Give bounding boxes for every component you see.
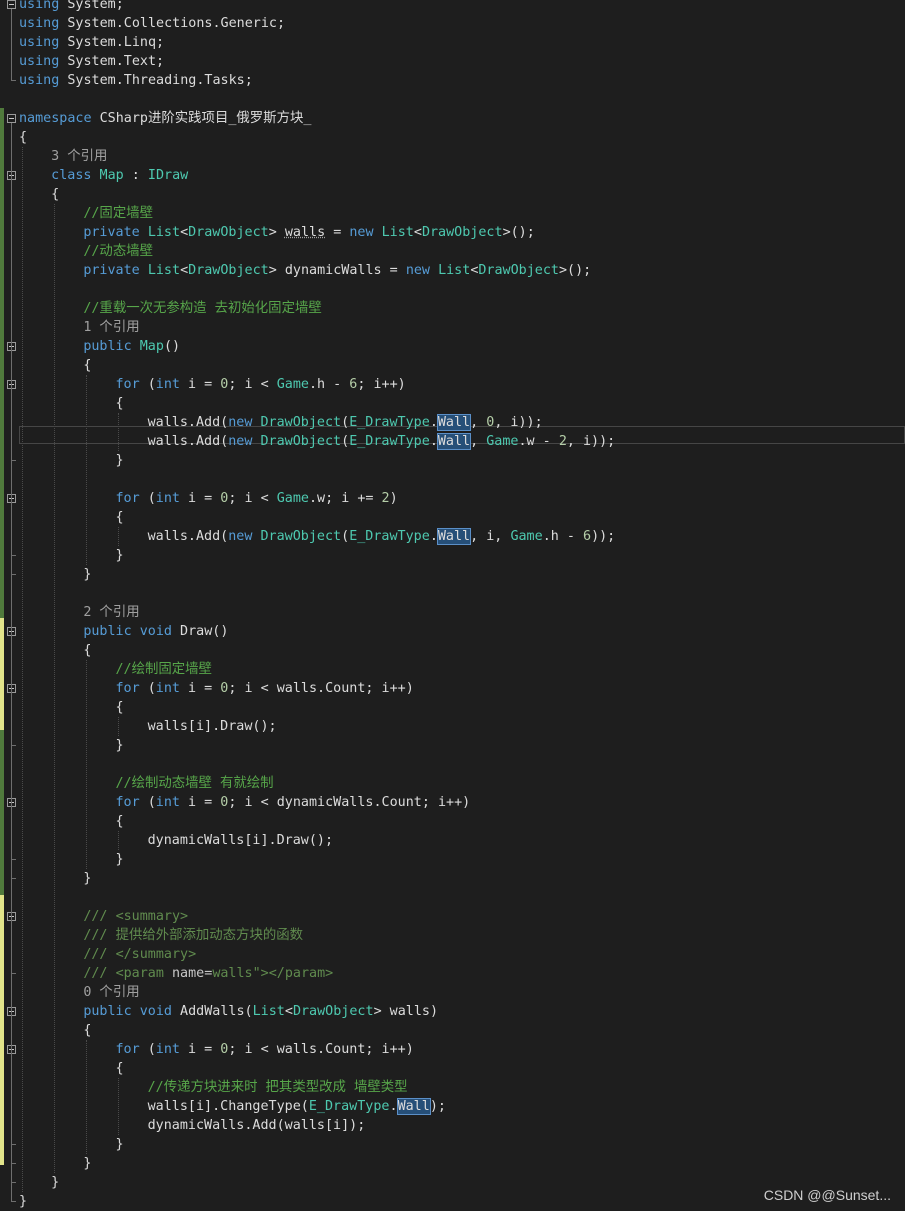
code-line[interactable]: for (int i = 0; i < walls.Count; i++) <box>19 1040 413 1059</box>
fold-end <box>11 80 16 81</box>
code-line[interactable]: namespace CSharp进阶实践项目_俄罗斯方块_ <box>19 109 311 128</box>
code-line[interactable]: walls.Add(new DrawObject(E_DrawType.Wall… <box>19 432 615 451</box>
code-line[interactable]: 3 个引用 <box>19 147 107 166</box>
fold-end <box>11 1163 16 1164</box>
code-line[interactable]: public void AddWalls(List<DrawObject> wa… <box>19 1002 438 1021</box>
code-line[interactable]: } <box>19 1173 59 1192</box>
code-line[interactable]: /// <summary> <box>19 907 188 926</box>
code-line[interactable]: } <box>19 736 123 755</box>
code-line[interactable]: for (int i = 0; i < Game.h - 6; i++) <box>19 375 405 394</box>
code-line[interactable]: using System.Text; <box>19 52 164 71</box>
code-line[interactable]: /// <param name=walls"></param> <box>19 964 333 983</box>
code-line[interactable]: { <box>19 508 123 527</box>
fold-end <box>11 460 16 461</box>
fold-end <box>11 878 16 879</box>
code-line[interactable]: { <box>19 812 123 831</box>
code-line[interactable]: walls.Add(new DrawObject(E_DrawType.Wall… <box>19 413 543 432</box>
code-line[interactable]: using System; <box>19 0 124 14</box>
fold-end <box>11 1201 16 1202</box>
code-line[interactable]: walls[i].Draw(); <box>19 717 277 736</box>
fold-line <box>11 807 12 860</box>
code-line[interactable]: } <box>19 850 123 869</box>
code-line[interactable]: for (int i = 0; i < walls.Count; i++) <box>19 679 413 698</box>
fold-toggle-icon[interactable] <box>7 114 16 123</box>
code-line[interactable]: using System.Linq; <box>19 33 164 52</box>
code-line[interactable]: for (int i = 0; i < dynamicWalls.Count; … <box>19 793 470 812</box>
code-line[interactable]: //绘制固定墙壁 <box>19 660 211 679</box>
code-line[interactable]: //传递方块进来时 把其类型改成 墙壁类型 <box>19 1078 408 1097</box>
fold-end <box>11 859 16 860</box>
code-line[interactable]: { <box>19 128 27 147</box>
code-line[interactable]: public Map() <box>19 337 180 356</box>
code-line[interactable]: 0 个引用 <box>19 983 139 1002</box>
code-line[interactable]: walls[i].ChangeType(E_DrawType.Wall); <box>19 1097 446 1116</box>
fold-end <box>11 1182 16 1183</box>
code-line[interactable]: 2 个引用 <box>19 603 139 622</box>
code-line[interactable]: using System.Collections.Generic; <box>19 14 285 33</box>
code-line[interactable]: { <box>19 641 91 660</box>
code-line[interactable]: { <box>19 698 123 717</box>
change-bar <box>0 730 4 895</box>
fold-line <box>11 1054 12 1145</box>
code-line[interactable]: /// 提供给外部添加动态方块的函数 <box>19 926 303 945</box>
code-line[interactable]: //绘制动态墙壁 有就绘制 <box>19 774 273 793</box>
code-line[interactable]: 1 个引用 <box>19 318 139 337</box>
code-line[interactable]: //固定墙壁 <box>19 204 153 223</box>
code-line[interactable]: } <box>19 546 123 565</box>
change-bar <box>0 618 4 730</box>
change-bar <box>0 895 4 1165</box>
code-line[interactable]: } <box>19 1154 91 1173</box>
code-line[interactable]: private List<DrawObject> dynamicWalls = … <box>19 261 591 280</box>
code-line[interactable]: dynamicWalls.Add(walls[i]); <box>19 1116 366 1135</box>
fold-end <box>11 745 16 746</box>
fold-end <box>11 555 16 556</box>
code-line[interactable]: } <box>19 1192 27 1211</box>
code-line[interactable]: //动态墙壁 <box>19 242 153 261</box>
fold-line <box>11 9 12 81</box>
code-line[interactable]: } <box>19 869 91 888</box>
code-line[interactable]: class Map : IDraw <box>19 166 188 185</box>
code-line[interactable]: } <box>19 1135 123 1154</box>
code-line[interactable]: using System.Threading.Tasks; <box>19 71 253 90</box>
code-line[interactable]: { <box>19 185 59 204</box>
code-line[interactable]: { <box>19 356 91 375</box>
code-line[interactable]: dynamicWalls[i].Draw(); <box>19 831 333 850</box>
code-line[interactable]: walls.Add(new DrawObject(E_DrawType.Wall… <box>19 527 615 546</box>
code-line[interactable]: { <box>19 1021 91 1040</box>
fold-line <box>11 921 12 974</box>
code-line[interactable]: //重载一次无参构造 去初始化固定墙壁 <box>19 299 321 318</box>
code-line[interactable]: private List<DrawObject> walls = new Lis… <box>19 223 535 242</box>
code-line[interactable]: } <box>19 451 123 470</box>
fold-toggle-icon[interactable] <box>7 0 16 9</box>
change-bar <box>0 108 4 618</box>
fold-end <box>11 574 16 575</box>
code-line[interactable]: for (int i = 0; i < Game.w; i += 2) <box>19 489 397 508</box>
watermark: CSDN @@Sunset... <box>763 1187 891 1203</box>
code-line[interactable]: } <box>19 565 91 584</box>
fold-line <box>11 389 12 461</box>
code-line[interactable]: public void Draw() <box>19 622 228 641</box>
code-line[interactable]: { <box>19 1059 123 1078</box>
code-line[interactable]: /// </summary> <box>19 945 196 964</box>
fold-end <box>11 1144 16 1145</box>
fold-end <box>11 973 16 974</box>
code-line[interactable]: { <box>19 394 123 413</box>
fold-line <box>11 503 12 556</box>
fold-line <box>11 693 12 746</box>
